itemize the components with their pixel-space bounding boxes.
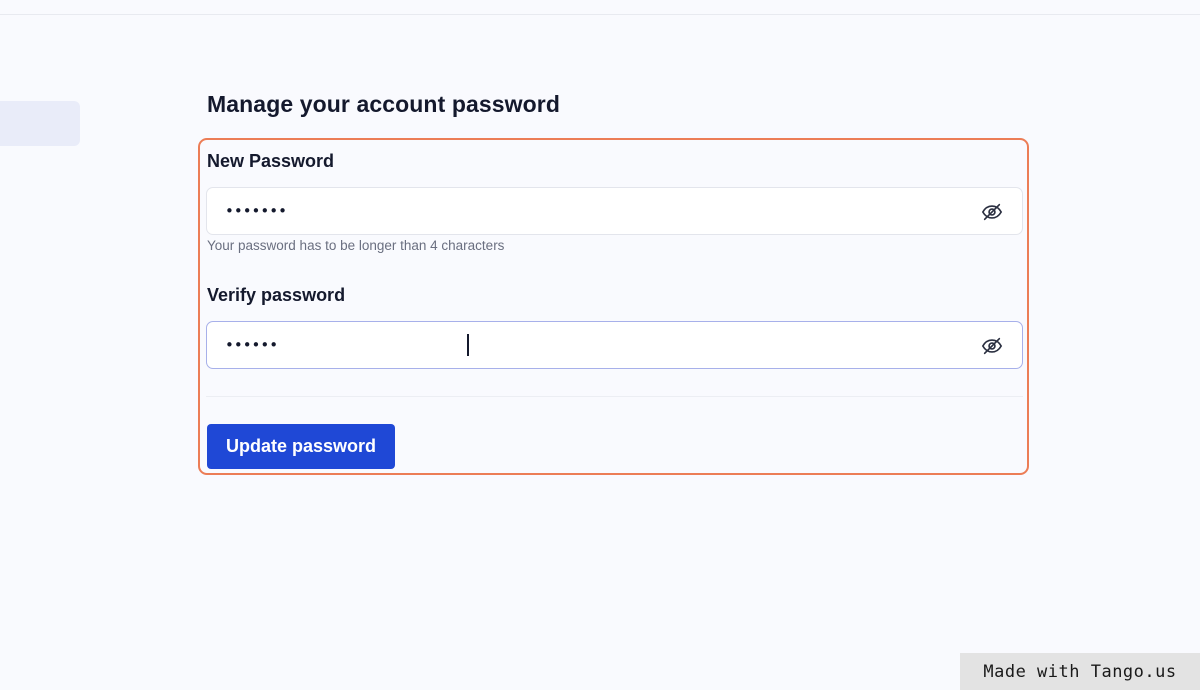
update-password-button[interactable]: Update password [207,424,395,469]
new-password-field[interactable] [206,187,1023,235]
eye-off-icon[interactable] [980,334,1004,358]
verify-password-input[interactable] [207,322,967,368]
eye-off-icon[interactable] [980,200,1004,224]
verify-password-label: Verify password [207,285,346,305]
text-caret [467,334,469,356]
top-divider [0,14,1200,15]
sidebar-active-item[interactable] [0,101,80,146]
new-password-label: New Password [207,151,335,171]
form-divider [206,396,1023,397]
new-password-input[interactable] [207,188,967,234]
verify-password-field[interactable] [206,321,1023,369]
tango-watermark: Made with Tango.us [960,653,1200,690]
page: Manage your account password New Passwor… [0,0,1200,690]
page-title: Manage your account password [207,91,560,117]
new-password-helper-text: Your password has to be longer than 4 ch… [207,238,505,253]
